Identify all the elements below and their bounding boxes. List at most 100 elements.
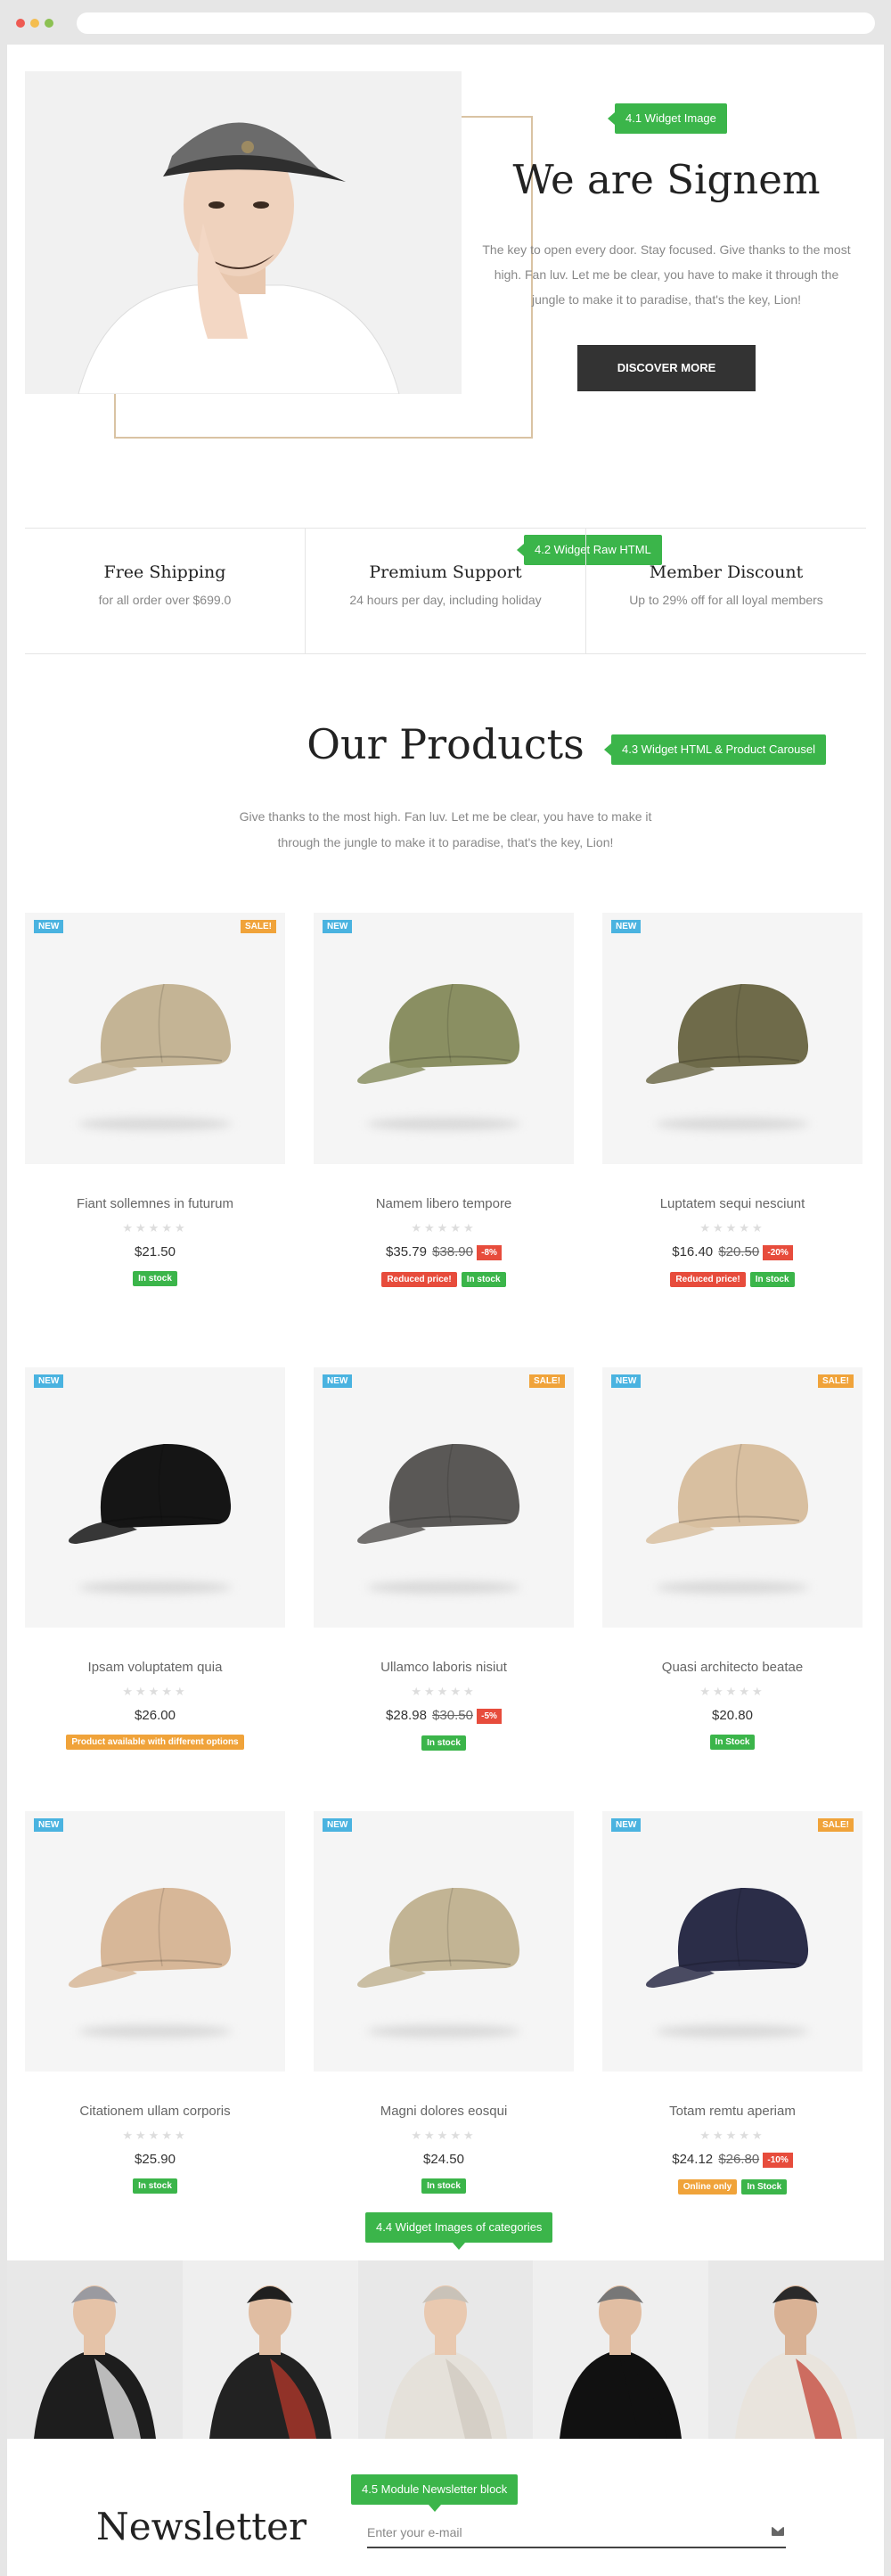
cap-icon xyxy=(357,1443,520,1544)
product-image[interactable]: NEW SALE! xyxy=(602,1367,862,1628)
product-card[interactable]: NEW SALE! Totam remtu aperiam ★★★★★ $24.12 $… xyxy=(602,1811,862,2195)
sale-badge: SALE! xyxy=(529,1374,565,1388)
sale-badge: SALE! xyxy=(818,1818,854,1832)
product-card[interactable]: NEW Ipsam voluptatem quia ★★★★★ $26.00 Prod… xyxy=(25,1367,285,1750)
stock-labels: Reduced price! In stock xyxy=(314,1268,574,1287)
product-price: $35.79 xyxy=(386,1244,427,1259)
stock-labels: In Stock xyxy=(602,1731,862,1750)
rating-stars-icon: ★★★★★ xyxy=(122,2129,188,2143)
product-card[interactable]: NEW Namem libero tempore ★★★★★ $35.79 $38.9… xyxy=(314,913,574,1287)
product-image[interactable]: NEW xyxy=(314,1811,574,2071)
product-price: $16.40 xyxy=(672,1244,714,1259)
discount-badge: -8% xyxy=(477,1245,502,1260)
minimize-window-icon[interactable] xyxy=(30,19,39,28)
new-badge: NEW xyxy=(323,1374,353,1388)
product-image[interactable]: NEW SALE! xyxy=(25,913,285,1164)
price-row: $20.80 xyxy=(602,1708,862,1723)
product-price: $25.90 xyxy=(135,2152,176,2167)
cap-shadow xyxy=(78,2025,232,2038)
price-row: $25.90 xyxy=(25,2152,285,2167)
category-image[interactable] xyxy=(708,2260,884,2439)
price-row: $28.98 $30.50 -5% xyxy=(314,1708,574,1724)
cap-icon xyxy=(646,1443,809,1544)
product-card[interactable]: NEW SALE! Ullamco laboris nisiut ★★★★★ $28.9… xyxy=(314,1367,574,1751)
category-model-icon xyxy=(735,2285,858,2439)
model-portrait-icon xyxy=(25,71,462,394)
stock-label: In stock xyxy=(421,1735,466,1751)
feature-subtitle: 24 hours per day, including holiday xyxy=(349,593,542,607)
cap-icon xyxy=(69,983,232,1084)
cap-shadow xyxy=(78,1581,232,1594)
product-card[interactable]: NEW SALE! Quasi architecto beatae ★★★★★ $20.… xyxy=(602,1367,862,1750)
product-image[interactable]: NEW SALE! xyxy=(314,1367,574,1628)
category-image[interactable] xyxy=(533,2260,709,2439)
product-price: $24.50 xyxy=(423,2152,464,2167)
product-name[interactable]: Fiant sollemnes in futurum xyxy=(25,1196,285,1211)
features-strip: Free Shipping for all order over $699.0 … xyxy=(25,528,866,654)
product-image[interactable]: NEW xyxy=(602,913,862,1164)
cap-shadow xyxy=(656,1581,809,1594)
feature-free-shipping: Free Shipping for all order over $699.0 xyxy=(25,529,305,653)
sale-badge: SALE! xyxy=(241,920,276,933)
stock-labels: In stock xyxy=(314,2175,574,2194)
category-image[interactable] xyxy=(182,2260,358,2439)
price-row: $16.40 $20.50 -20% xyxy=(602,1244,862,1260)
product-image[interactable]: NEW xyxy=(25,1367,285,1628)
stock-label: Reduced price! xyxy=(381,1272,457,1287)
price-row: $35.79 $38.90 -8% xyxy=(314,1244,574,1260)
category-image[interactable] xyxy=(7,2260,183,2439)
product-card[interactable]: NEW SALE! Fiant sollemnes in futurum ★★★★★ $… xyxy=(25,913,285,1286)
product-card[interactable]: NEW Luptatem sequi nesciunt ★★★★★ $16.40 $2… xyxy=(602,913,862,1287)
stock-label: In stock xyxy=(749,1272,795,1287)
product-name[interactable]: Magni dolores eosqui xyxy=(314,2104,574,2119)
price-row: $26.00 xyxy=(25,1708,285,1723)
product-name[interactable]: Citationem ullam corporis xyxy=(25,2104,285,2119)
feature-title: Member Discount xyxy=(649,562,804,582)
price-row: $24.12 $26.80 -10% xyxy=(602,2152,862,2168)
category-model-icon xyxy=(208,2285,331,2439)
category-model-icon xyxy=(384,2285,507,2439)
feature-title: Premium Support xyxy=(369,562,522,582)
product-name[interactable]: Quasi architecto beatae xyxy=(602,1660,862,1675)
stock-labels: Product available with different options xyxy=(25,1731,285,1750)
product-price: $28.98 xyxy=(386,1708,427,1723)
product-image[interactable]: NEW SALE! xyxy=(602,1811,862,2071)
rating-stars-icon: ★★★★★ xyxy=(122,1222,188,1235)
stock-labels: In stock xyxy=(314,1732,574,1751)
product-card[interactable]: NEW Citationem ullam corporis ★★★★★ $25.90 … xyxy=(25,1811,285,2194)
price-row: $21.50 xyxy=(25,1244,285,1259)
old-price: $30.50 xyxy=(432,1708,473,1723)
stock-labels: Online only In Stock xyxy=(602,2176,862,2195)
category-model-icon xyxy=(560,2285,683,2439)
rating-stars-icon: ★★★★★ xyxy=(122,1686,188,1699)
category-image[interactable] xyxy=(357,2260,534,2439)
stock-label: In Stock xyxy=(741,2179,788,2195)
new-badge: NEW xyxy=(323,920,353,933)
feature-title: Free Shipping xyxy=(103,562,226,582)
stock-label: In Stock xyxy=(709,1735,756,1750)
product-name[interactable]: Ipsam voluptatem quia xyxy=(25,1660,285,1675)
product-image[interactable]: NEW xyxy=(25,1811,285,2071)
discover-more-button[interactable]: DISCOVER MORE xyxy=(577,345,756,391)
rating-stars-icon: ★★★★★ xyxy=(411,2129,477,2143)
product-card[interactable]: NEW Magni dolores eosqui ★★★★★ $24.50 In st… xyxy=(314,1811,574,2194)
feature-premium-support: Premium Support 24 hours per day, includ… xyxy=(305,529,585,653)
product-image[interactable]: NEW xyxy=(314,913,574,1164)
product-price: $20.80 xyxy=(712,1708,753,1723)
envelope-icon[interactable] xyxy=(772,2527,784,2536)
new-badge: NEW xyxy=(611,920,642,933)
product-price: $26.00 xyxy=(135,1708,176,1723)
maximize-window-icon[interactable] xyxy=(45,19,53,28)
feature-member-discount: Member Discount Up to 29% off for all lo… xyxy=(585,529,866,653)
cap-icon xyxy=(646,1887,809,1988)
product-name[interactable]: Namem libero tempore xyxy=(314,1196,574,1211)
product-name[interactable]: Totam remtu aperiam xyxy=(602,2104,862,2119)
old-price: $26.80 xyxy=(718,2152,760,2167)
products-subtitle: Give thanks to the most high. Fan luv. L… xyxy=(239,809,652,849)
close-window-icon[interactable] xyxy=(16,19,25,28)
address-bar[interactable] xyxy=(77,12,875,34)
newsletter-email-input[interactable] xyxy=(367,2518,786,2548)
cap-icon xyxy=(69,1443,232,1544)
product-name[interactable]: Luptatem sequi nesciunt xyxy=(602,1196,862,1211)
product-name[interactable]: Ullamco laboris nisiut xyxy=(314,1660,574,1675)
